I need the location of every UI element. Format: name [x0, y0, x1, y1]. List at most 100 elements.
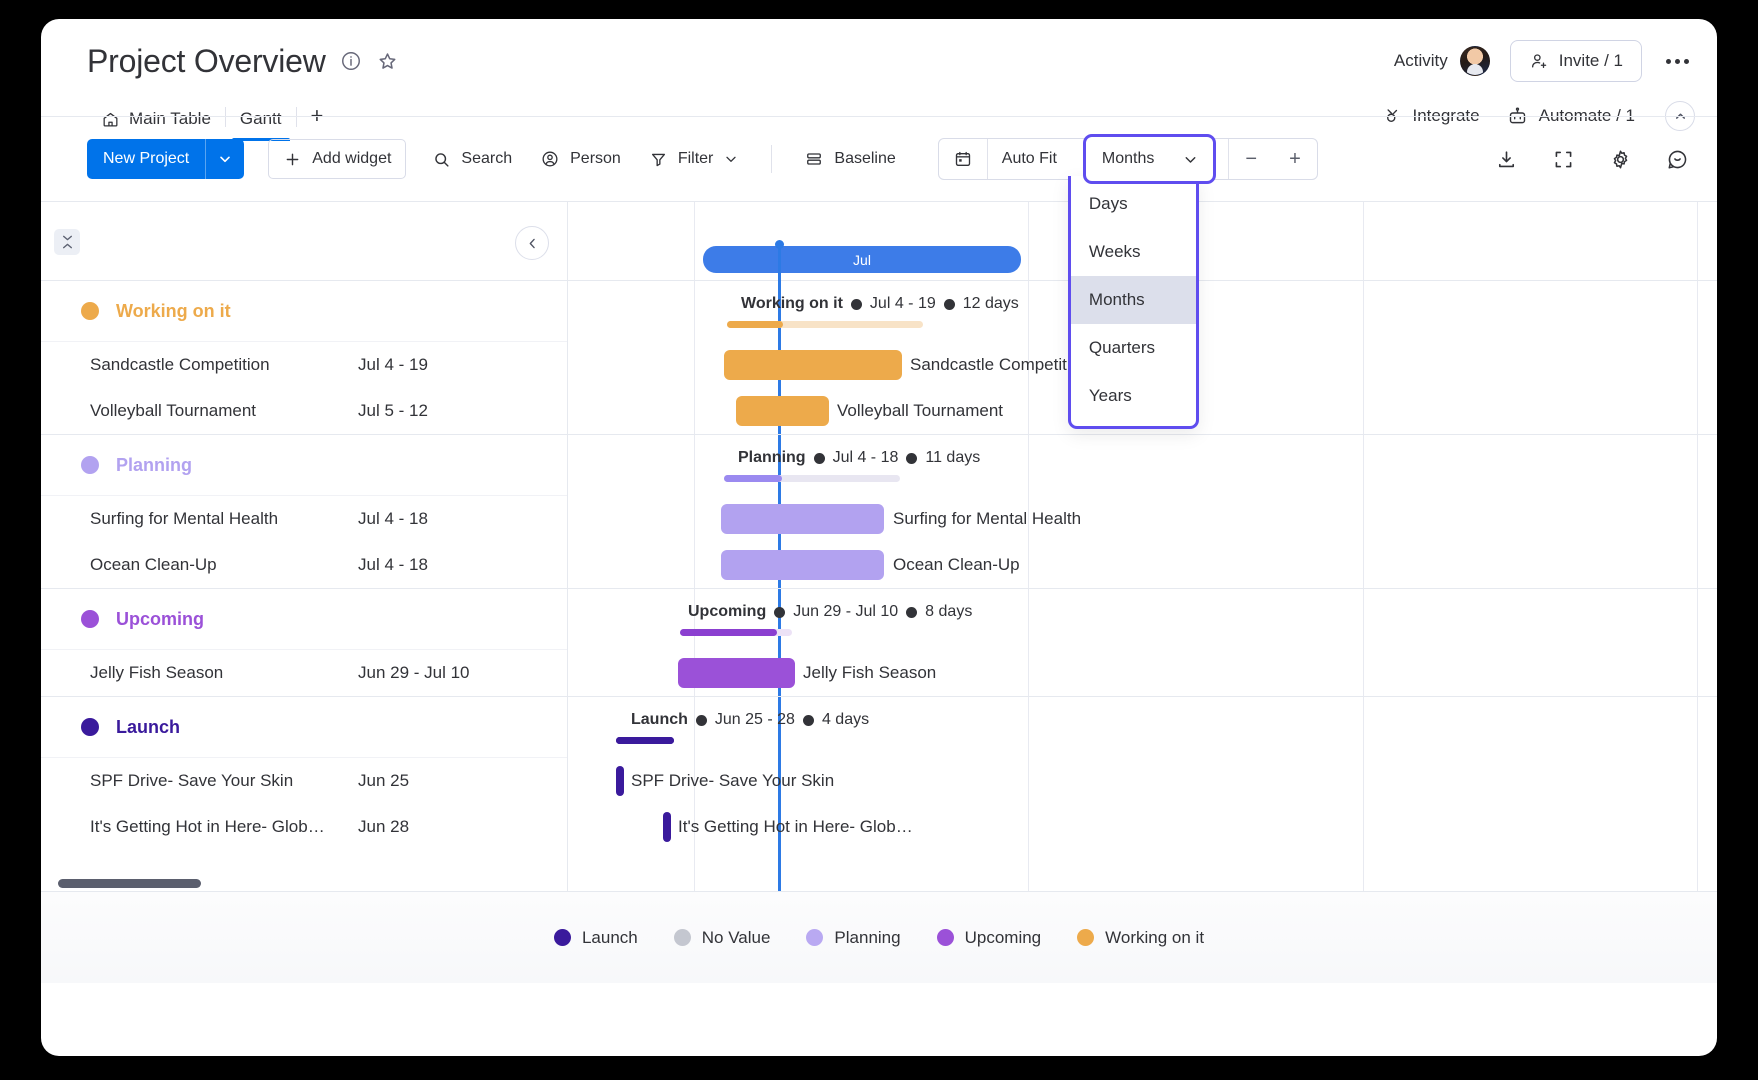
zoom-out-button[interactable]: −: [1229, 139, 1273, 179]
group-block: Planning Surfing for Mental Health Jul 4…: [41, 435, 567, 589]
person-icon: [540, 149, 560, 169]
task-bar[interactable]: [663, 812, 671, 842]
task-bar-label: Surfing for Mental Health: [893, 504, 1081, 534]
horizontal-scrollbar-thumb[interactable]: [58, 879, 201, 888]
more-options-button[interactable]: [1660, 51, 1695, 72]
group-header-working-on-it[interactable]: Working on it: [41, 281, 567, 342]
horizontal-scrollbar-track[interactable]: [41, 881, 1717, 891]
legend-dot: [1077, 929, 1094, 946]
task-row[interactable]: Sandcastle Competition Jul 4 - 19: [41, 342, 567, 388]
chevron-down-icon: [217, 151, 233, 167]
task-bar[interactable]: [616, 766, 624, 796]
timescale-dropdown-trigger[interactable]: Months: [1088, 139, 1211, 179]
help-smiley-icon[interactable]: [1660, 142, 1695, 177]
legend-item-planning[interactable]: Planning: [806, 928, 900, 948]
collapse-left-pane-button[interactable]: [515, 226, 549, 260]
timeline-group-bar[interactable]: [727, 321, 923, 328]
bullet-separator-icon: [851, 299, 862, 310]
task-row[interactable]: Volleyball Tournament Jul 5 - 12: [41, 388, 567, 434]
timeline-group-summary: Launch Jun 25 - 28 4 days: [631, 711, 869, 729]
task-bar[interactable]: [736, 396, 829, 426]
search-button[interactable]: Search: [418, 139, 526, 179]
timescale-option-days[interactable]: Days: [1071, 180, 1196, 228]
task-date: Jun 29 - Jul 10: [358, 663, 470, 683]
bullet-separator-icon: [696, 715, 707, 726]
baseline-label: Baseline: [834, 150, 895, 168]
new-project-dropdown[interactable]: [206, 139, 244, 179]
group-header-launch[interactable]: Launch: [41, 697, 567, 758]
dot: [1666, 59, 1671, 64]
task-bar[interactable]: [724, 350, 902, 380]
group-block: Launch SPF Drive- Save Your Skin Jun 25 …: [41, 697, 567, 850]
task-row[interactable]: It's Getting Hot in Here- Glob… Jun 28: [41, 804, 567, 850]
group-header-upcoming[interactable]: Upcoming: [41, 589, 567, 650]
status-dot: [81, 610, 99, 628]
task-row[interactable]: Jelly Fish Season Jun 29 - Jul 10: [41, 650, 567, 696]
avatar[interactable]: [1460, 46, 1490, 76]
new-project-label: New Project: [87, 139, 205, 179]
person-button[interactable]: Person: [526, 139, 635, 179]
zoom-in-button[interactable]: +: [1273, 139, 1317, 179]
group-name: Launch: [116, 717, 180, 738]
task-name: SPF Drive- Save Your Skin: [90, 771, 358, 791]
legend-item-no-value[interactable]: No Value: [674, 928, 771, 948]
task-bar[interactable]: [721, 550, 884, 580]
add-widget-button[interactable]: Add widget: [268, 139, 406, 179]
collapse-all-groups-button[interactable]: [54, 229, 80, 255]
timescale-option-years[interactable]: Years: [1071, 372, 1196, 420]
gear-icon[interactable]: [1603, 142, 1638, 177]
timeline-group-bar-progress: [616, 737, 674, 744]
timeline-row: Ocean Clean-Up: [568, 542, 1717, 588]
calendar-button[interactable]: [939, 139, 987, 179]
auto-fit-button[interactable]: Auto Fit: [988, 139, 1071, 179]
new-project-button[interactable]: New Project: [87, 139, 244, 179]
timescale-option-weeks[interactable]: Weeks: [1071, 228, 1196, 276]
timeline-group-bar[interactable]: [616, 737, 674, 744]
activity-label[interactable]: Activity: [1394, 51, 1448, 71]
left-pane-header: [41, 202, 567, 281]
app-window: Project Overview Activity: [41, 19, 1717, 1056]
chevron-up-icon: [61, 242, 74, 250]
filter-button[interactable]: Filter: [635, 139, 754, 179]
info-circle-icon[interactable]: [340, 50, 362, 72]
timeline-group-range: Jun 29 - Jul 10: [793, 603, 898, 621]
timescale-dropdown[interactable]: Months: [1083, 134, 1216, 184]
person-add-icon: [1529, 51, 1549, 71]
baseline-button[interactable]: Baseline: [790, 139, 909, 179]
timescale-option-months[interactable]: Months: [1071, 276, 1196, 324]
star-icon[interactable]: [376, 50, 399, 73]
chevron-left-icon: [525, 236, 540, 251]
timeline-group-name: Launch: [631, 711, 688, 729]
timeline-group: Planning Jul 4 - 18 11 days: [568, 435, 1717, 589]
group-header-planning[interactable]: Planning: [41, 435, 567, 496]
toolbar-tail-tools: [1489, 142, 1695, 177]
task-row[interactable]: Ocean Clean-Up Jul 4 - 18: [41, 542, 567, 588]
task-bar[interactable]: [678, 658, 795, 688]
fullscreen-icon[interactable]: [1546, 142, 1581, 177]
timeline-row: Jelly Fish Season: [568, 650, 1717, 696]
legend-item-working-on-it[interactable]: Working on it: [1077, 928, 1204, 948]
invite-button[interactable]: Invite / 1: [1510, 40, 1642, 82]
group-block: Working on it Sandcastle Competition Jul…: [41, 281, 567, 435]
timeline-group-name: Upcoming: [688, 603, 766, 621]
task-row[interactable]: SPF Drive- Save Your Skin Jun 25: [41, 758, 567, 804]
task-name: Ocean Clean-Up: [90, 555, 358, 575]
legend-item-launch[interactable]: Launch: [554, 928, 638, 948]
bullet-separator-icon: [814, 453, 825, 464]
task-date: Jul 5 - 12: [358, 401, 428, 421]
timeline-group-bar[interactable]: [680, 629, 792, 636]
timeline-month-pill[interactable]: Jul: [703, 246, 1021, 273]
timeline-group-header: Launch Jun 25 - 28 4 days: [568, 697, 1717, 758]
legend-item-upcoming[interactable]: Upcoming: [937, 928, 1042, 948]
timeline-group-bar[interactable]: [724, 475, 900, 482]
timeline-group-summary: Upcoming Jun 29 - Jul 10 8 days: [688, 603, 972, 621]
timescale-option-quarters[interactable]: Quarters: [1071, 324, 1196, 372]
bullet-separator-icon: [906, 453, 917, 464]
bullet-separator-icon: [803, 715, 814, 726]
task-row[interactable]: Surfing for Mental Health Jul 4 - 18: [41, 496, 567, 542]
timeline-row: It's Getting Hot in Here- Glob…: [568, 804, 1717, 850]
calendar-icon: [953, 149, 973, 169]
download-icon[interactable]: [1489, 142, 1524, 177]
task-bar[interactable]: [721, 504, 884, 534]
task-bar-label: Sandcastle Competition: [910, 350, 1090, 380]
